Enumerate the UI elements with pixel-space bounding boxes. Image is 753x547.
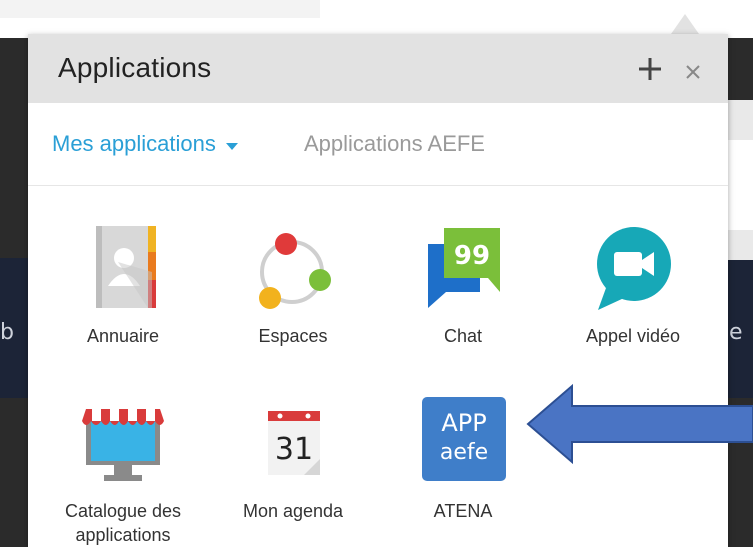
chevron-down-icon <box>225 142 238 150</box>
address-book-icon <box>96 226 156 308</box>
tab-mes-applications[interactable]: Mes applications <box>52 131 238 157</box>
app-annuaire[interactable]: Annuaire <box>38 214 208 354</box>
app-espaces[interactable]: Espaces <box>208 214 378 354</box>
catalog-shop-icon <box>82 409 164 481</box>
background-top-bar <box>0 0 320 18</box>
tab-applications-aefe[interactable]: Applications AEFE <box>304 131 485 157</box>
panel-pointer <box>671 14 699 34</box>
panel-title: Applications <box>58 52 212 83</box>
background-right-text: e <box>729 320 743 345</box>
annotation-arrow <box>526 383 753 465</box>
app-aefe-icon: APP aefe <box>422 397 506 481</box>
add-icon[interactable] <box>635 54 665 84</box>
app-chat[interactable]: 99 Chat <box>378 214 548 354</box>
app-label: Espaces <box>258 326 328 346</box>
app-label: Mon agenda <box>242 501 344 521</box>
app-label: Chat <box>443 326 483 346</box>
app-label: Catalogue des applications <box>64 501 182 545</box>
background-right-card <box>728 140 753 230</box>
app-icon-text-bottom: aefe <box>440 440 488 465</box>
panel-header: Applications <box>28 34 728 103</box>
app-icon-text-top: APP <box>441 409 486 437</box>
app-label: Appel vidéo <box>585 326 681 346</box>
app-label: Annuaire <box>86 326 160 346</box>
app-label: ATENA <box>433 501 493 521</box>
app-mon-agenda[interactable]: 31 Mon agenda <box>208 389 378 529</box>
chat-icon: 99 <box>428 228 500 308</box>
app-catalogue[interactable]: Catalogue des applications <box>38 389 208 547</box>
svg-text:99: 99 <box>454 241 490 271</box>
tab-mes-applications-label: Mes applications <box>52 131 216 156</box>
app-atena[interactable]: APP aefe ATENA <box>378 389 548 529</box>
calendar-day: 31 <box>275 432 313 467</box>
video-call-icon <box>597 227 671 310</box>
close-icon[interactable] <box>683 62 703 82</box>
background-left-text: b <box>0 320 14 345</box>
spaces-icon <box>259 233 331 309</box>
calendar-icon: 31 <box>268 411 320 475</box>
tabs-bar: Mes applications Applications AEFE <box>28 103 728 186</box>
app-appel-video[interactable]: Appel vidéo <box>548 214 718 354</box>
